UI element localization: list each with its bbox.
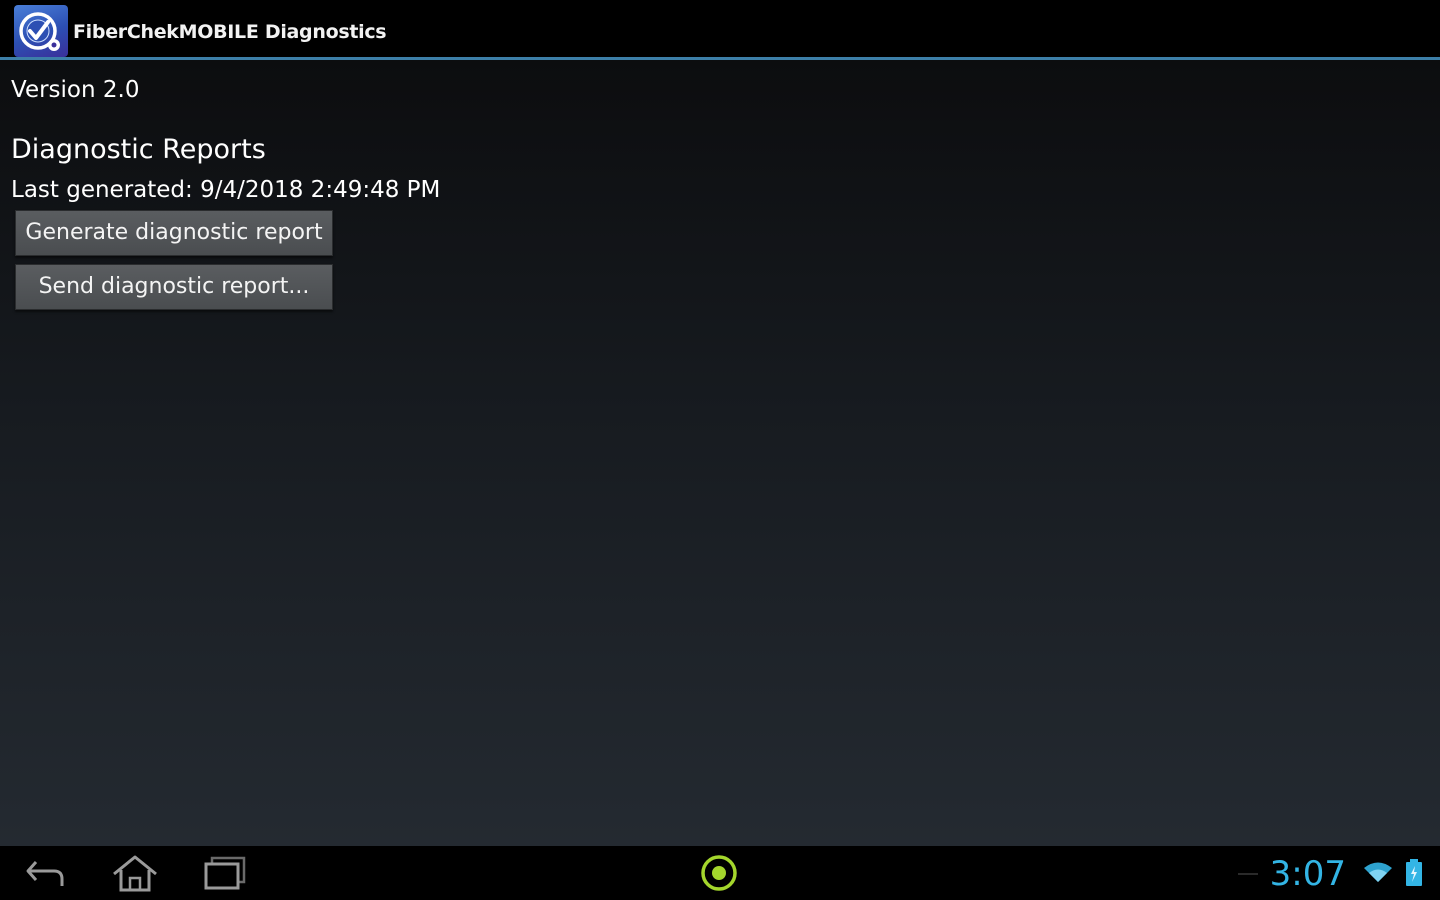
- action-bar: FiberChekMOBILE Diagnostics: [0, 0, 1440, 60]
- home-icon[interactable]: [110, 854, 160, 898]
- recent-apps-icon[interactable]: [202, 854, 248, 896]
- generate-report-button[interactable]: Generate diagnostic report: [15, 210, 333, 256]
- back-icon[interactable]: [22, 854, 68, 896]
- main-content: Version 2.0 Diagnostic Reports Last gene…: [0, 60, 1440, 846]
- clock[interactable]: 3:07: [1270, 854, 1346, 894]
- system-navigation-bar: 3:07: [0, 846, 1440, 900]
- app-title: FiberChekMOBILE Diagnostics: [73, 21, 387, 43]
- screen: FiberChekMOBILE Diagnostics Version 2.0 …: [0, 0, 1440, 900]
- send-report-button[interactable]: Send diagnostic report...: [15, 264, 333, 310]
- notification-indicator: [1238, 873, 1258, 875]
- battery-icon: [1404, 858, 1424, 892]
- app-icon[interactable]: [14, 5, 68, 57]
- circle-icon[interactable]: [697, 852, 741, 898]
- wifi-icon: [1362, 860, 1394, 890]
- last-generated-label: Last generated: 9/4/2018 2:49:48 PM: [11, 177, 441, 203]
- section-title: Diagnostic Reports: [11, 134, 266, 165]
- version-label: Version 2.0: [11, 77, 140, 103]
